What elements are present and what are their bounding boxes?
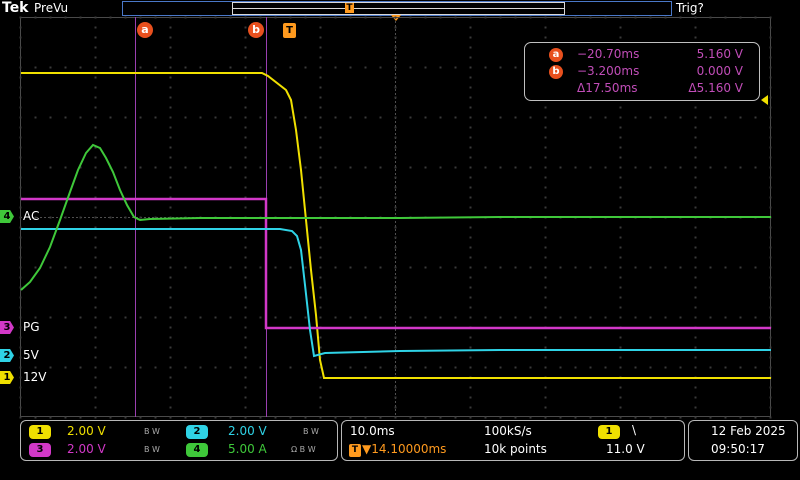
ch3-label: PG (23, 320, 40, 334)
ch2-label: 5V (23, 348, 39, 362)
ch4-scale[interactable]: 5.00 A (228, 442, 267, 456)
delta-value: Δ5.160 V (688, 81, 743, 95)
cursor-a-value: 5.160 V (696, 47, 743, 61)
ch3-bandwidth-icon: B W (144, 445, 160, 454)
ch1-bandwidth-icon: B W (144, 427, 160, 436)
trigger-level-marker[interactable] (761, 95, 768, 105)
trigger-position[interactable]: ▼14.10000ms (362, 442, 446, 456)
ch1-label: 12V (23, 370, 47, 384)
datetime-box: 12 Feb 2025 09:50:17 (688, 420, 798, 461)
cursor-a-label[interactable]: a (137, 22, 153, 38)
ch4-bandwidth-icon: Ω B W (291, 445, 316, 454)
delta-time: Δ17.50ms (577, 81, 638, 95)
ch4-badge[interactable]: 4 (186, 443, 208, 457)
record-length: 10k points (484, 442, 547, 456)
horizontal-trigger-box[interactable]: 10.0ms 100kS/s 1 \ T ▼14.10000ms 10k poi… (341, 420, 685, 461)
ch2-scale[interactable]: 2.00 V (228, 424, 267, 438)
cursor-b-badge: b (549, 65, 563, 79)
ch2-bandwidth-icon: B W (303, 427, 319, 436)
trigger-source-badge[interactable]: 1 (598, 425, 620, 439)
cursor-b-value: 0.000 V (696, 64, 743, 78)
cursor-b-time: −3.200ms (577, 64, 640, 78)
settings-bar: 1 2.00 V B W 2 2.00 V B W 3 2.00 V B W 4… (0, 419, 800, 480)
cursor-a-time: −20.70ms (577, 47, 640, 61)
cursor-delta-row: Δ17.50ms Δ5.160 V (525, 81, 759, 97)
trigger-slope-icon[interactable]: \ (632, 423, 636, 437)
ch1-scale[interactable]: 2.00 V (67, 424, 106, 438)
timebase[interactable]: 10.0ms (350, 424, 395, 438)
vertical-settings-box[interactable]: 1 2.00 V B W 2 2.00 V B W 3 2.00 V B W 4… (20, 420, 338, 461)
cursor-b-label[interactable]: b (248, 22, 264, 38)
cursor-a-row: a −20.70ms 5.160 V (525, 47, 759, 63)
sample-rate: 100kS/s (484, 424, 532, 438)
trigger-position-icon: T (349, 444, 361, 457)
ch2-badge[interactable]: 2 (186, 425, 208, 439)
cursor-a-badge: a (549, 48, 563, 62)
ch1-badge[interactable]: 1 (29, 425, 51, 439)
date: 12 Feb 2025 (711, 424, 786, 438)
ch4-label: AC (23, 209, 40, 223)
ch3-scale[interactable]: 2.00 V (67, 442, 106, 456)
cursor-b-row: b −3.200ms 0.000 V (525, 64, 759, 80)
ch3-badge[interactable]: 3 (29, 443, 51, 457)
time: 09:50:17 (711, 442, 765, 456)
trigger-level[interactable]: 11.0 V (606, 442, 645, 456)
trigger-time-marker[interactable]: T (283, 23, 296, 38)
cursor-readout: a −20.70ms 5.160 V b −3.200ms 0.000 V Δ1… (524, 42, 760, 101)
